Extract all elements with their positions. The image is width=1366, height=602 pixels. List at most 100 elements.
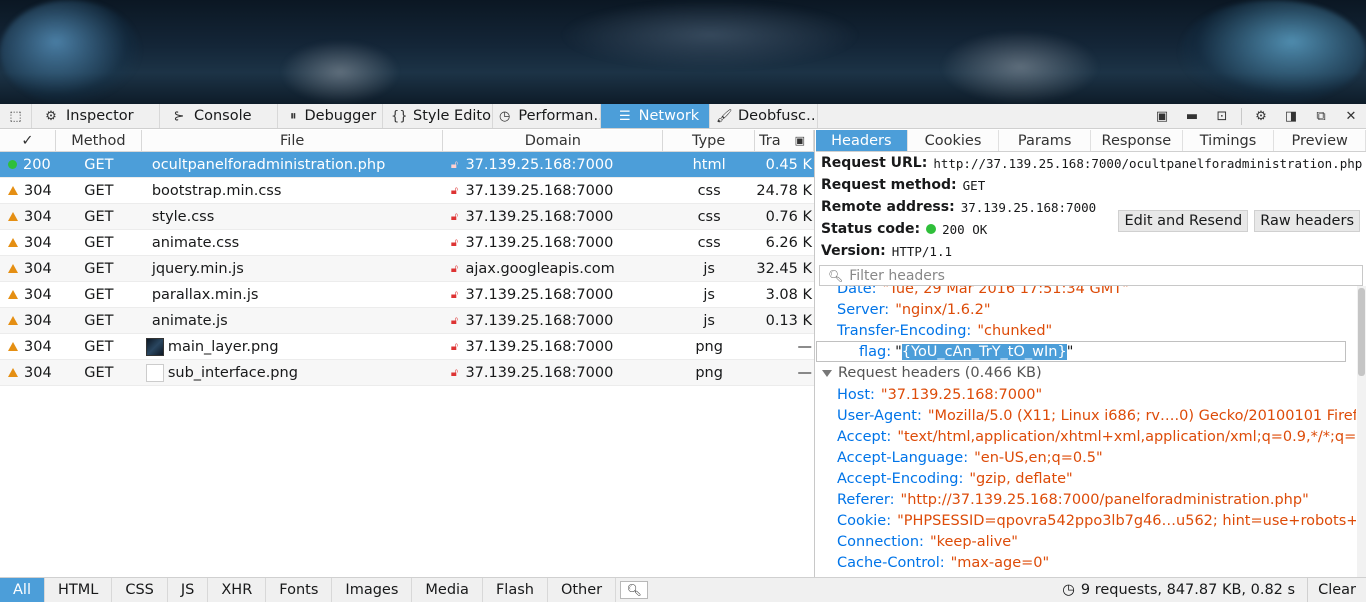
request-domain: 🔓︎ 37.139.25.168:7000: [443, 334, 663, 360]
header-line[interactable]: Accept-Encoding: "gzip, deflate": [816, 468, 1356, 489]
request-row[interactable]: 304 GET bootstrap.min.css 🔓︎ 37.139.25.168:7…: [0, 178, 814, 204]
timer-icon: ◷: [1062, 582, 1075, 598]
scrollbar-thumb[interactable]: [1358, 288, 1365, 376]
filter-flash[interactable]: Flash: [483, 578, 548, 602]
details-tabs: Headers Cookies Params Response Timings …: [816, 130, 1366, 152]
request-transferred: 6.26 K: [765, 234, 812, 251]
tab-response[interactable]: Response: [1091, 130, 1183, 151]
filter-media[interactable]: Media: [412, 578, 483, 602]
column-transferred[interactable]: Tra ▣: [755, 129, 815, 152]
undock-icon: ⧉: [1316, 108, 1326, 124]
settings-button[interactable]: ⚙: [1246, 104, 1276, 129]
tab-inspector[interactable]: ⚙ Inspector: [32, 104, 160, 128]
request-list-header: ✓ Method File Domain Type Tra ▣: [0, 129, 815, 152]
request-row[interactable]: 304 GET style.css 🔓︎ 37.139.25.168:7000 css 0.…: [0, 204, 814, 230]
tab-deobfuscator[interactable]: 🖌 Deobfusc…: [710, 104, 818, 128]
request-row[interactable]: 200 GET ocultpanelforadministration.php 🔓︎ 3…: [0, 152, 814, 178]
header-line[interactable]: Accept: "text/html,application/xhtml+xml,…: [816, 426, 1356, 447]
filter-xhr[interactable]: XHR: [208, 578, 267, 602]
column-type[interactable]: Type: [663, 129, 756, 152]
filter-fonts[interactable]: Fonts: [266, 578, 333, 602]
header-value: "http://37.139.25.168:7000/panelforadmin…: [900, 491, 1309, 508]
close-devtools-button[interactable]: ✕: [1336, 104, 1366, 129]
tab-style-editor[interactable]: {} Style Editor: [383, 104, 493, 128]
header-line[interactable]: Transfer-Encoding: "chunked": [816, 320, 1356, 341]
request-domain: 🔓︎ 37.139.25.168:7000: [443, 204, 663, 230]
filter-images[interactable]: Images: [332, 578, 413, 602]
scratchpad-button[interactable]: ▬: [1177, 104, 1207, 129]
clear-button[interactable]: Clear: [1307, 578, 1366, 602]
request-domain: 🔓︎ 37.139.25.168:7000: [443, 360, 663, 386]
tab-preview[interactable]: Preview: [1274, 130, 1366, 151]
request-method: GET: [84, 234, 114, 251]
header-line[interactable]: Connection: "keep-alive": [816, 531, 1356, 552]
request-type: js: [703, 312, 715, 329]
debugger-icon: ⏸: [290, 108, 297, 124]
tab-headers[interactable]: Headers: [816, 130, 908, 151]
header-key: flag:: [859, 343, 892, 360]
header-value: "nginx/1.6.2": [895, 301, 991, 318]
tab-debugger[interactable]: ⏸ Debugger: [278, 104, 383, 128]
request-method: GET: [84, 286, 114, 303]
header-line[interactable]: User-Agent: "Mozilla/5.0 (X11; Linux i686…: [816, 405, 1356, 426]
tab-params[interactable]: Params: [999, 130, 1092, 151]
header-flag[interactable]: flag: " {YoU_cAn_TrY_tO_wIn} ": [816, 341, 1346, 362]
filter-all[interactable]: All: [0, 578, 45, 602]
responsive-mode-button[interactable]: ▣: [1147, 104, 1177, 129]
request-row[interactable]: 304 GET sub_interface.png 🔓︎ 37.139.25.168:7…: [0, 360, 814, 386]
screenshot-button[interactable]: ⊡: [1207, 104, 1237, 129]
tab-performance[interactable]: ◷ Performan…: [493, 104, 601, 128]
element-picker-button[interactable]: ⬚: [0, 104, 32, 128]
tab-cookies[interactable]: Cookies: [908, 130, 1000, 151]
column-status[interactable]: ✓: [0, 129, 56, 152]
headers-scrollbar[interactable]: [1357, 286, 1366, 577]
raw-headers-button[interactable]: Raw headers: [1254, 210, 1360, 232]
edit-and-resend-button[interactable]: Edit and Resend: [1118, 210, 1249, 232]
header-line[interactable]: Date: "Tue, 29 Mar 2016 17:51:34 GMT": [816, 286, 1356, 299]
request-row[interactable]: 304 GET jquery.min.js 🔓︎ ajax.googleapis.com…: [0, 256, 814, 282]
tab-network[interactable]: ☰ Network: [601, 104, 710, 128]
filter-headers-input[interactable]: 🔍︎ Filter headers: [819, 265, 1363, 286]
request-headers-group[interactable]: Request headers (0.466 KB): [816, 362, 1356, 384]
request-row[interactable]: 304 GET animate.js 🔓︎ 37.139.25.168:7000 js 0.…: [0, 308, 814, 334]
column-method[interactable]: Method: [56, 129, 142, 152]
header-line[interactable]: Server: "nginx/1.6.2": [816, 299, 1356, 320]
header-line[interactable]: Referer: "http://37.139.25.168:7000/panel…: [816, 489, 1356, 510]
request-row[interactable]: 304 GET main_layer.png 🔓︎ 37.139.25.168:7000…: [0, 334, 814, 360]
header-line[interactable]: Accept-Language: "en-US,en;q=0.5": [816, 447, 1356, 468]
insecure-lock-icon: 🔓︎: [450, 183, 459, 197]
version-value: HTTP/1.1: [891, 243, 953, 259]
request-transferred: —: [797, 338, 813, 355]
header-line[interactable]: Cookie: "PHPSESSID=qpovra542ppo3lb7g46…u5…: [816, 510, 1356, 531]
search-icon: 🔍︎: [828, 268, 844, 283]
filter-html[interactable]: HTML: [45, 578, 113, 602]
undock-button[interactable]: ⧉: [1306, 104, 1336, 129]
dock-side-button[interactable]: ◨: [1276, 104, 1306, 129]
performance-icon: ◷: [499, 108, 511, 124]
request-file: jquery.min.js: [151, 260, 244, 277]
header-key: Cache-Control:: [837, 554, 945, 571]
request-file: sub_interface.png: [142, 360, 444, 386]
network-summary[interactable]: ◷ 9 requests, 847.87 KB, 0.82 s: [1062, 578, 1307, 602]
request-file: bootstrap.min.css: [151, 182, 282, 199]
filter-other[interactable]: Other: [548, 578, 617, 602]
status-cached-icon: [8, 264, 18, 273]
deobfuscator-icon: 🖌: [716, 108, 733, 124]
filter-css[interactable]: CSS: [112, 578, 168, 602]
request-row[interactable]: 304 GET parallax.min.js 🔓︎ 37.139.25.168:700…: [0, 282, 814, 308]
request-row[interactable]: 304 GET animate.css 🔓︎ 37.139.25.168:7000 css…: [0, 230, 814, 256]
filter-search-button[interactable]: 🔍︎: [620, 581, 649, 599]
header-line[interactable]: Cache-Control: "max-age=0": [816, 552, 1356, 573]
request-type: png: [695, 364, 723, 381]
request-method: GET: [84, 182, 114, 199]
tab-timings[interactable]: Timings: [1183, 130, 1275, 151]
header-value: "PHPSESSID=qpovra542ppo3lb7g46…u562; hin…: [897, 512, 1356, 529]
request-transferred: 0.13 K: [765, 312, 812, 329]
request-type: css: [697, 182, 721, 199]
request-domain: 🔓︎ 37.139.25.168:7000: [443, 308, 663, 334]
header-line[interactable]: Host: "37.139.25.168:7000": [816, 384, 1356, 405]
column-file[interactable]: File: [142, 129, 444, 152]
tab-console[interactable]: ⊱ Console: [160, 104, 278, 128]
filter-js[interactable]: JS: [168, 578, 209, 602]
column-domain[interactable]: Domain: [443, 129, 664, 152]
